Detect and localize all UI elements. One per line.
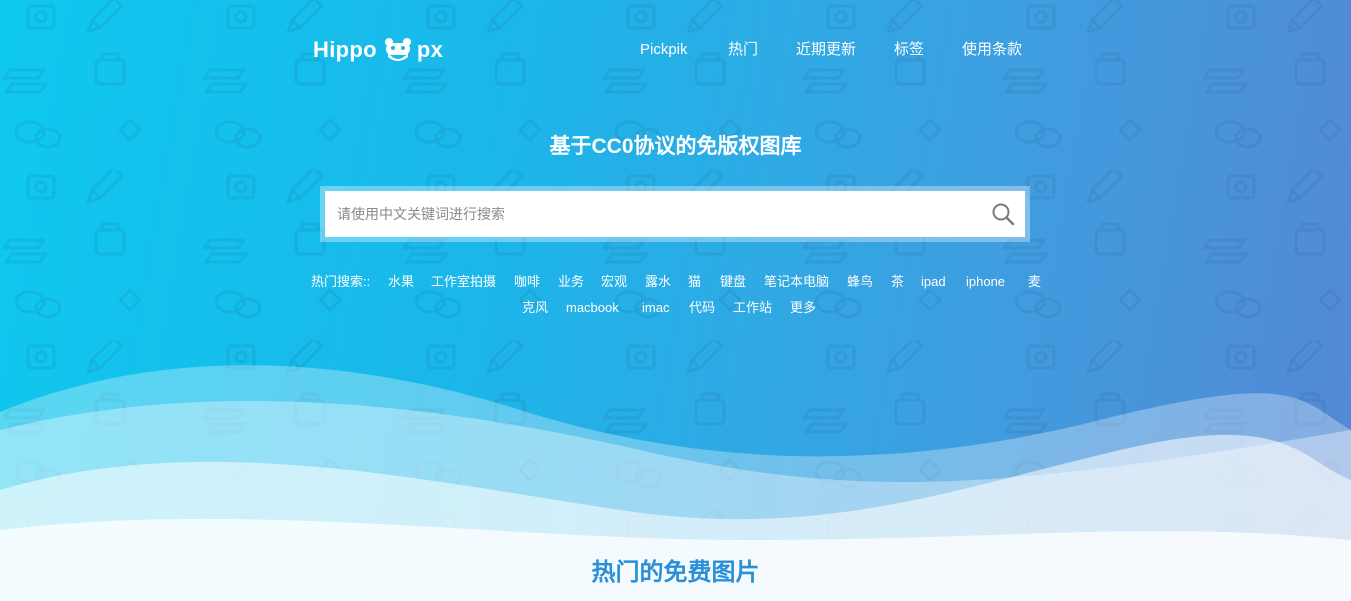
hot-tag[interactable]: 业务 [558,272,584,292]
hot-tag[interactable]: 代码 [689,298,715,318]
hot-tag-microphone-line2[interactable]: 克风 [522,298,548,318]
hot-tag[interactable]: 工作室拍摄 [431,272,496,292]
hot-tag[interactable]: 猫 [688,272,701,292]
hot-searches-label: 热门搜索:: [311,274,371,289]
hot-tag[interactable]: imac [642,298,669,318]
nav-item-pickpik[interactable]: Pickpik [640,40,688,60]
hippo-face-icon [384,38,411,61]
nav-item-recent[interactable]: 近期更新 [796,40,856,60]
nav-item-tags[interactable]: 标签 [894,40,924,60]
hot-tag[interactable]: macbook [566,298,619,318]
nav-item-popular[interactable]: 热门 [728,40,758,60]
hot-tag-microphone-first-char: 麦 [1028,274,1042,289]
section-title-popular-photos: 热门的免费图片 [591,559,760,586]
search-box [325,191,1025,237]
hot-tag-microphone-rest: 克风 [522,300,549,315]
hot-tag[interactable]: 咖啡 [514,272,540,292]
hot-tag-more[interactable]: 更多 [790,298,816,318]
search-input[interactable] [325,191,965,237]
hot-tag[interactable]: 笔记本电脑 [764,272,829,292]
brand-name-left: Hippo [313,37,377,62]
brand-name-right: px [416,37,444,62]
hot-tag[interactable]: 茶 [891,272,904,292]
brand-logo[interactable]: Hippo px [313,36,443,64]
nav-item-terms[interactable]: 使用条款 [962,40,1022,60]
hot-tag[interactable]: iphone [966,272,1005,292]
hot-tag-microphone-line1[interactable]: 麦 [1028,269,1042,295]
hot-tag[interactable]: 宏观 [601,272,627,292]
search-bar [320,186,1030,242]
search-icon [992,203,1015,226]
hot-tag[interactable]: 工作站 [733,298,772,318]
hot-tag[interactable]: 露水 [645,272,671,292]
hot-tag[interactable]: ipad [921,272,946,292]
search-button[interactable] [989,200,1017,228]
hot-tag[interactable]: 蜂鸟 [847,272,873,292]
hero-headline: 基于CC0协议的免版权图库 [549,135,802,158]
hot-tag[interactable]: 水果 [388,272,414,292]
hero-banner: Hippo px Pickpik 热门 近期更新 标签 使用条款 基于CC0协议… [0,0,1351,601]
hot-tag[interactable]: 键盘 [720,272,746,292]
